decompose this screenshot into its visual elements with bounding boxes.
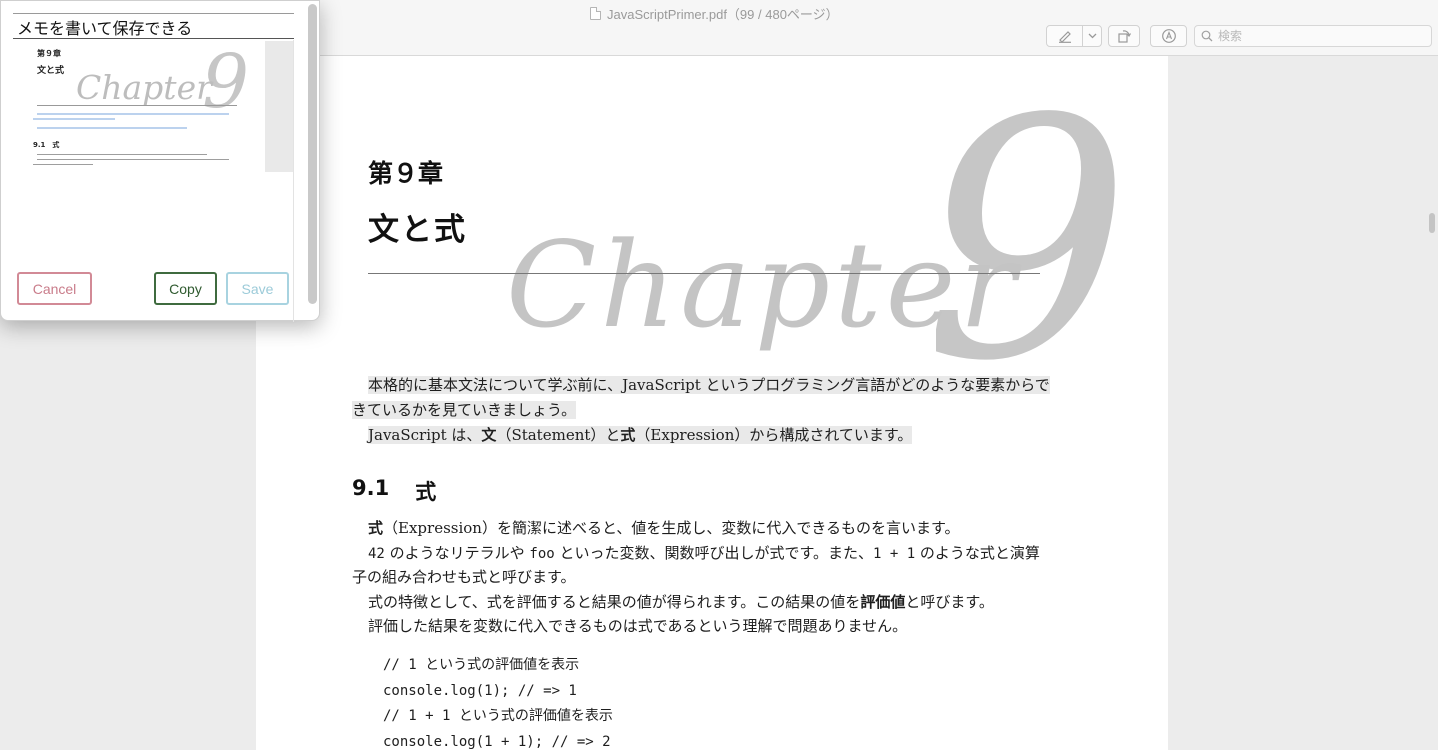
markup-pen-icon <box>1058 31 1071 43</box>
markup-button[interactable] <box>1047 26 1082 46</box>
p2-literal: 42 <box>368 546 385 562</box>
paragraph-3: 式の特徴として、式を評価すると結果の値が得られます。この結果の値を評価値と呼びま… <box>368 590 994 615</box>
copy-button[interactable]: Copy <box>154 272 217 305</box>
thumb-text-line <box>37 154 207 155</box>
paragraph-2-line1: 42 のようなリテラルや foo といった変数、関数呼び出しが式です。また、1 … <box>368 541 1040 567</box>
document-title: JavaScriptPrimer.pdf（99 / 480ページ） <box>590 4 839 22</box>
annotate-button[interactable] <box>1150 25 1187 47</box>
thumb-rule <box>37 105 237 106</box>
thumb-highlight-line <box>37 113 229 115</box>
chapter-word-graphic: Chapter <box>506 216 1020 354</box>
section-heading: 9.1 式 <box>352 476 436 506</box>
markup-button-group <box>1046 25 1102 47</box>
search-field[interactable] <box>1194 25 1432 47</box>
rotate-button[interactable] <box>1108 25 1140 47</box>
memo-scrollbar[interactable] <box>308 4 317 304</box>
thumb-text-line <box>37 159 229 160</box>
p2-text-f: のような式と演算 <box>915 544 1040 562</box>
thumb-highlight-line <box>37 127 187 129</box>
code-line-4: console.log(1 + 1); // => 2 <box>383 734 611 750</box>
thumb-chapter-word: Chapter <box>76 68 212 107</box>
paragraph-2-line2: 子の組み合わせも式と呼びます。 <box>352 568 576 586</box>
p3-post: と呼びます。 <box>905 593 994 611</box>
paragraph-1: 式（Expression）を簡潔に述べると、値を生成し、変数に代入できるものを言… <box>368 516 960 541</box>
p1-bold: 式 <box>368 519 384 537</box>
intro-line2-text: きているかを見ていきましょう。 <box>352 401 577 419</box>
intro-line1-text: 本格的に基本文法について学ぶ前に、JavaScript というプログラミング言語… <box>368 376 1050 394</box>
statement-term: 文 <box>481 426 497 444</box>
thumb-chapter-number: 第９章 <box>37 49 61 58</box>
thumbnail-margin <box>265 41 293 172</box>
memo-text-input[interactable] <box>13 15 294 39</box>
pdf-page: 9 Chapter 第９章 文と式 本格的に基本文法について学ぶ前に、JavaS… <box>256 56 1168 750</box>
chapter-rule <box>368 273 1040 274</box>
evaluation-value-term: 評価値 <box>860 593 906 611</box>
markup-menu-button[interactable] <box>1082 26 1101 46</box>
intro-paragraph-line2: きているかを見ていきましょう。 <box>352 398 577 423</box>
p2-text-b: のようなリテラルや <box>384 544 530 562</box>
p1-rest: （Expression）を簡潔に述べると、値を生成し、変数に代入できるものを言い… <box>383 519 960 537</box>
p2-variable: foo <box>529 546 555 562</box>
section-title: 式 <box>415 480 437 504</box>
code-line-2: console.log(1); // => 1 <box>383 683 577 699</box>
pdf-document-icon <box>590 6 601 20</box>
paragraph-4: 評価した結果を変数に代入できるものは式であるという理解で問題ありません。 <box>368 617 908 635</box>
code-line-3: // 1 + 1 という式の評価値を表示 <box>383 708 613 724</box>
p3-pre: 式の特徴として、式を評価すると結果の値が得られます。この結果の値を <box>368 593 861 611</box>
chapter-title: 文と式 <box>368 212 467 248</box>
document-title-text: JavaScriptPrimer.pdf（99 / 480ページ） <box>607 6 839 22</box>
memo-popover: 9 Chapter 第９章 文と式 9.1 式 Cancel Copy Save <box>0 0 320 322</box>
page-scrollbar-thumb[interactable] <box>1429 213 1435 233</box>
memo-scroll-track <box>293 40 294 322</box>
search-icon <box>1201 30 1213 42</box>
thumb-highlight-line <box>33 118 115 120</box>
p2-text-d: といった変数、関数呼び出しが式です。また、 <box>554 544 873 562</box>
intro2-pre: JavaScript は、 <box>368 426 482 444</box>
rotate-icon <box>1118 30 1132 43</box>
thumb-section-heading: 9.1 式 <box>33 141 60 149</box>
code-line-1: // 1 という式の評価値を表示 <box>383 657 580 673</box>
annotate-icon <box>1161 29 1176 43</box>
p2-expression: 1 + 1 <box>872 546 916 562</box>
thumb-chapter-title: 文と式 <box>37 66 65 76</box>
save-button[interactable]: Save <box>226 272 289 305</box>
intro-paragraph2: JavaScript は、文（Statement）と式（Expression）か… <box>368 423 913 448</box>
chevron-down-icon <box>1088 33 1097 39</box>
section-number: 9.1 <box>352 476 390 500</box>
intro2-mid: （Statement）と <box>496 426 621 444</box>
memo-top-divider <box>13 13 294 14</box>
thumb-text-line <box>33 164 93 165</box>
expression-term: 式 <box>620 426 636 444</box>
page-thumbnail-preview: 9 Chapter 第９章 文と式 9.1 式 <box>14 41 293 172</box>
chapter-number: 第９章 <box>368 159 444 188</box>
intro2-post: （Expression）から構成されています。 <box>635 426 913 444</box>
cancel-button[interactable]: Cancel <box>17 272 92 305</box>
search-input[interactable] <box>1218 29 1418 43</box>
intro-paragraph-line1: 本格的に基本文法について学ぶ前に、JavaScript というプログラミング言語… <box>368 373 1050 398</box>
